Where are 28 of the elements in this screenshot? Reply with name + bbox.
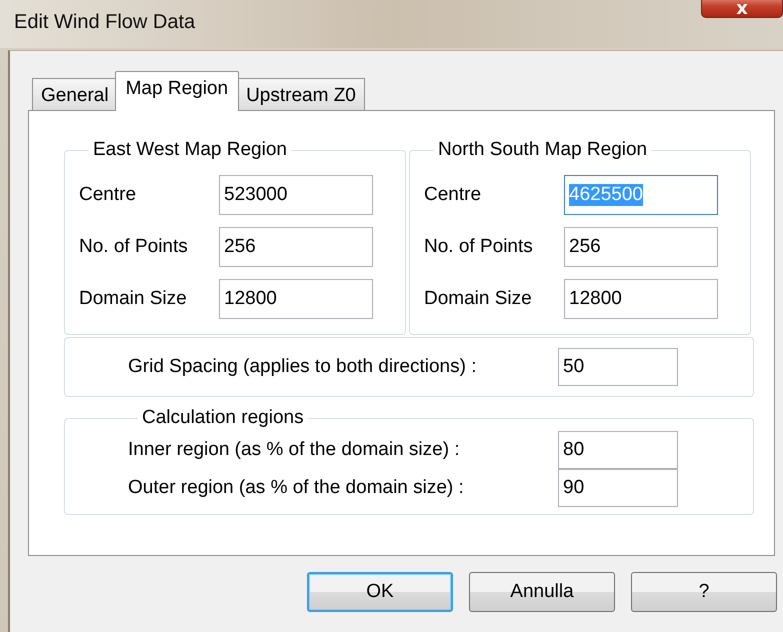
close-button[interactable]: x (701, 0, 783, 18)
input-field[interactable]: 256 (219, 227, 373, 267)
field-label: Outer region (as % of the domain size) : (128, 477, 465, 499)
dialog-button[interactable]: OK (307, 572, 453, 612)
field-label: Centre (424, 184, 482, 206)
input-field[interactable]: 12800 (564, 279, 718, 319)
field-label: Domain Size (424, 288, 533, 310)
tab[interactable]: Map Region (114, 71, 240, 111)
dialog-button[interactable]: Annulla (469, 572, 615, 612)
input-field[interactable]: 90 (558, 469, 678, 507)
tab[interactable]: General (32, 78, 118, 111)
input-field[interactable]: 256 (564, 227, 718, 267)
tab[interactable]: Upstream Z0 (237, 78, 365, 111)
field-label: Grid Spacing (applies to both directions) : (128, 356, 478, 378)
input-field[interactable]: 50 (558, 348, 678, 386)
field-label: Centre (79, 184, 138, 206)
field-label: Domain Size (79, 288, 188, 310)
field-label: Inner region (as % of the domain size) : (128, 439, 461, 461)
input-field[interactable]: 80 (558, 431, 678, 469)
group-title: East West Map Region (92, 139, 288, 161)
input-field[interactable]: 12800 (219, 279, 373, 319)
group-title: North South Map Region (437, 139, 648, 161)
dialog-button[interactable]: ? (631, 572, 777, 612)
field-label: No. of Points (79, 236, 189, 258)
group-title: Calculation regions (141, 407, 305, 429)
field-label: No. of Points (424, 236, 534, 258)
window-title: Edit Wind Flow Data (14, 10, 196, 34)
input-field[interactable]: 523000 (219, 175, 373, 215)
